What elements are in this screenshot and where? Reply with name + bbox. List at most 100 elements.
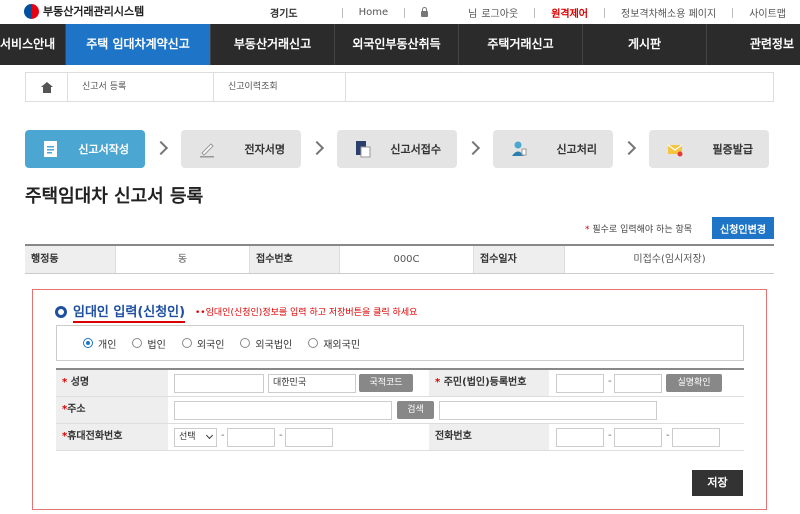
lock-icon (421, 6, 429, 17)
region-label: 경기도 (270, 9, 298, 20)
chevron-down-icon (205, 431, 214, 440)
select-value: 선택 (179, 432, 196, 442)
receipt-no-label: 접수번호 (250, 246, 340, 273)
radio-individual[interactable]: 개인 (83, 336, 116, 351)
address-input[interactable] (174, 401, 392, 420)
phone-label: 전화번호 (429, 424, 549, 450)
phone-prefix-input[interactable] (556, 428, 604, 447)
dash-separator: - (608, 376, 612, 387)
accessibility-page-link[interactable]: 정보격차해소용 페이지 (621, 5, 716, 20)
dash-separator: - (221, 430, 225, 441)
step-process: 신고처리 (493, 130, 613, 168)
form-row-name: * 성명 대한민국 국적코드 * 주민(법인)등록번호 - 실명확인 (56, 370, 744, 397)
radio-icon (132, 338, 143, 348)
receipt-date-value: 미접수(임시저장) (633, 254, 706, 265)
nav-housing-lease[interactable]: 주택 임대차계약신고 (66, 24, 211, 65)
regno-back-input[interactable] (614, 374, 662, 393)
required-star: * (62, 377, 71, 388)
home-link[interactable]: Home (359, 7, 389, 18)
file-icon (356, 141, 371, 158)
address-search-button[interactable]: 검색 (397, 401, 434, 419)
document-icon (44, 141, 57, 157)
breadcrumb-register[interactable]: 신고서 등록 (68, 73, 214, 101)
step-label: 신고서작성 (78, 143, 129, 156)
step-sign: 전자서명 (181, 130, 301, 168)
regno-label-text: 주민(법인)등록번호 (443, 377, 527, 388)
divider (534, 7, 536, 18)
admin-dong-value: 동 (116, 246, 250, 273)
verify-name-button[interactable]: 실명확인 (666, 374, 722, 392)
page-title: 주택임대차 신고서 등록 (25, 186, 204, 207)
phone-middle-input[interactable] (614, 428, 662, 447)
breadcrumb-home[interactable] (26, 73, 68, 101)
required-note: * 필수로 입력해야 하는 항목 (585, 222, 692, 235)
mobile-middle-input[interactable] (227, 428, 275, 447)
applicant-type-group: 개인 법인 외국인 외국법인 재외국민 (56, 325, 744, 361)
lessor-fields: * 성명 대한민국 국적코드 * 주민(법인)등록번호 - 실명확인 *주소 검… (56, 368, 744, 451)
radio-foreign-corporation[interactable]: 외국법인 (240, 336, 292, 351)
divider (341, 7, 343, 18)
regno-front-input[interactable] (556, 374, 604, 393)
radio-label: 외국법인 (255, 339, 293, 351)
divider (604, 7, 605, 18)
required-star: * (435, 377, 444, 388)
mobile-last-input[interactable] (285, 428, 333, 447)
logo-text: 부동산거래관리시스템 (43, 5, 145, 18)
logout-link[interactable]: 로그아웃 (481, 5, 518, 20)
logo-mark-icon (24, 3, 39, 19)
dash-separator: - (666, 430, 670, 441)
nav-board[interactable]: 게시판 (583, 24, 707, 65)
nationality-code-button[interactable]: 국적코드 (359, 374, 413, 392)
form-row-address: *주소 검색 (56, 397, 744, 424)
save-button[interactable]: 저장 (692, 470, 743, 496)
name-input[interactable] (174, 374, 264, 393)
radio-label: 외국인 (196, 339, 225, 351)
radio-icon (240, 338, 251, 348)
step-label: 신고서접수 (390, 143, 441, 156)
envelope-icon (667, 144, 683, 157)
nationality-input[interactable]: 대한민국 (268, 374, 356, 393)
dash-separator: - (608, 430, 612, 441)
phone-last-input[interactable] (672, 428, 720, 447)
chevron-right-icon (309, 140, 325, 156)
nav-realestate-trade[interactable]: 부동산거래신고 (211, 24, 335, 65)
sitemap-link[interactable]: 사이트맵 (749, 5, 786, 20)
required-star: * (585, 225, 590, 235)
breadcrumb: 신고서 등록 신고이력조회 (25, 72, 774, 102)
chevron-right-icon (621, 140, 637, 156)
step-issue: 필증발급 (649, 130, 769, 168)
nav-service-info[interactable]: 서비스안내 (0, 24, 66, 65)
nav-related-info[interactable]: 관련정보 (707, 24, 800, 65)
radio-checked-icon (83, 338, 93, 348)
address-detail-input[interactable] (439, 401, 657, 420)
radio-corporation[interactable]: 법인 (132, 336, 166, 351)
mobile-label-text: 휴대전화번호 (67, 431, 123, 442)
nav-housing-trade[interactable]: 주택거래신고 (459, 24, 583, 65)
nav-foreign-acquisition[interactable]: 외국인부동산취득 (335, 24, 459, 65)
radio-icon (181, 338, 192, 348)
home-icon (40, 81, 53, 93)
dash-separator: - (279, 430, 283, 441)
radio-overseas-korean[interactable]: 재외국민 (308, 336, 360, 351)
radio-icon (308, 338, 319, 348)
radio-label: 법인 (147, 339, 166, 351)
site-logo[interactable]: 부동산거래관리시스템 (24, 3, 144, 19)
name-label: * 성명 (56, 370, 168, 396)
breadcrumb-history[interactable]: 신고이력조회 (214, 73, 346, 101)
step-label: 필증발급 (712, 143, 753, 156)
utility-links: Home 님 로그아웃 원격제어 정보격차해소용 페이지 사이트맵 (326, 5, 800, 20)
main-nav: 서비스안내 주택 임대차계약신고 부동산거래신고 외국인부동산취득 주택거래신고… (0, 24, 800, 65)
chevron-right-icon (153, 140, 169, 156)
name-label-text: 성명 (70, 377, 90, 388)
regno-label: * 주민(법인)등록번호 (429, 370, 549, 396)
radio-foreigner[interactable]: 외국인 (181, 336, 225, 351)
step-write: 신고서작성 (25, 130, 145, 168)
divider (732, 7, 734, 18)
change-applicant-button[interactable]: 신청인변경 (712, 217, 774, 239)
section-note: ••임대인(신청인)정보를 입력 하고 저장버튼을 클릭 하세요 (195, 308, 418, 318)
chevron-right-icon (465, 140, 481, 156)
receipt-info-table: 행정동 동 접수번호 000C 접수일자 미접수(임시저장) (25, 244, 774, 274)
mobile-prefix-select[interactable]: 선택 (174, 428, 217, 447)
divider (404, 7, 406, 18)
remote-control-link[interactable]: 원격제어 (551, 5, 588, 20)
